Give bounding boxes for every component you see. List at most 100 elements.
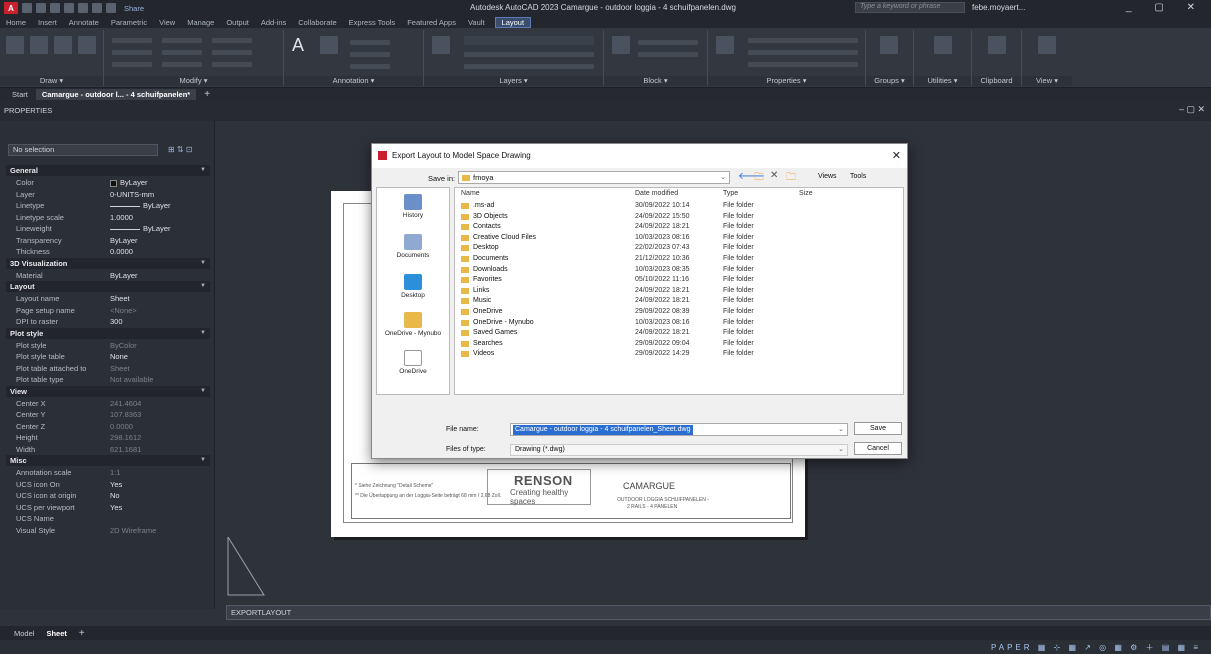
window-controls[interactable]: _ ▢ ✕: [1126, 2, 1205, 13]
trim-icon[interactable]: [212, 38, 252, 43]
chevron-down-icon[interactable]: ⌄: [838, 425, 844, 433]
place-documents[interactable]: Documents: [377, 234, 449, 259]
draw-panel-label[interactable]: Draw ▾: [0, 76, 103, 86]
tools-menu[interactable]: Tools: [850, 173, 866, 180]
layer-dropdown[interactable]: [464, 36, 594, 45]
close-icon[interactable]: ✕: [892, 149, 901, 162]
save-icon[interactable]: [50, 3, 60, 13]
collapse-arrow-icon[interactable]: ▼: [200, 165, 206, 176]
column-name[interactable]: Name: [461, 190, 480, 197]
up-folder-icon[interactable]: 🗀: [754, 170, 764, 187]
place-onedrive[interactable]: OneDrive: [377, 350, 449, 375]
tab-model[interactable]: Model: [14, 629, 34, 638]
file-row[interactable]: Music 24/09/2022 18:21 File folder: [455, 296, 903, 306]
ribbon-tab-layout[interactable]: Layout: [494, 16, 532, 28]
linear-icon[interactable]: [350, 40, 390, 45]
property-value[interactable]: ByColor: [110, 340, 137, 352]
property-row[interactable]: UCS icon at origin No: [8, 490, 208, 502]
new-tab-icon[interactable]: +: [198, 88, 216, 101]
property-row[interactable]: Plot table attached to Sheet: [8, 363, 208, 375]
place-history[interactable]: History: [377, 194, 449, 219]
property-row[interactable]: Annotation scale 1:1: [8, 467, 208, 479]
property-row[interactable]: Linetype ByLayer: [8, 200, 208, 212]
file-row[interactable]: Links 24/09/2022 18:21 File folder: [455, 286, 903, 296]
move-icon[interactable]: [112, 38, 152, 43]
clipboard-panel-label[interactable]: Clipboard: [972, 76, 1021, 86]
section-view[interactable]: View ▼: [6, 385, 210, 397]
modify-panel-label[interactable]: Modify ▾: [104, 76, 283, 86]
save-button[interactable]: Save: [854, 422, 902, 435]
search-input[interactable]: Type a keyword or phrase: [855, 2, 965, 13]
property-value[interactable]: 298.1612: [110, 432, 141, 444]
annotation-panel-label[interactable]: Annotation ▾: [284, 76, 423, 86]
property-row[interactable]: Thickness 0.0000: [8, 246, 208, 258]
property-value[interactable]: <None>: [110, 305, 137, 317]
new-icon[interactable]: [22, 3, 32, 13]
property-row[interactable]: Page setup name <None>: [8, 305, 208, 317]
section-general[interactable]: General ▼: [6, 165, 210, 176]
properties-panel-label[interactable]: Properties ▾: [708, 76, 865, 86]
property-value[interactable]: 241.4604: [110, 398, 141, 410]
property-value[interactable]: Yes: [110, 479, 122, 491]
collapse-arrow-icon[interactable]: ▼: [200, 328, 206, 339]
file-row[interactable]: Creative Cloud Files 10/03/2023 08:16 File…: [455, 233, 903, 243]
property-value[interactable]: 621.1681: [110, 444, 141, 456]
layers-panel-label[interactable]: Layers ▾: [424, 76, 603, 86]
ribbon-tab-annotate[interactable]: Annotate: [67, 18, 101, 27]
file-row[interactable]: Contacts 24/09/2022 18:21 File folder: [455, 222, 903, 232]
property-row[interactable]: UCS Name: [8, 513, 208, 525]
selection-dropdown[interactable]: No selection: [8, 144, 158, 156]
tab-drawing[interactable]: Camargue - outdoor l... - 4 schuifpanele…: [35, 89, 197, 100]
property-value[interactable]: 0.0000: [110, 421, 133, 433]
file-name-value[interactable]: Camargue - outdoor loggia - 4 schuifpane…: [513, 425, 693, 435]
file-row[interactable]: Saved Games 24/09/2022 18:21 File folder: [455, 328, 903, 338]
file-row[interactable]: Searches 29/09/2022 09:04 File folder: [455, 339, 903, 349]
property-row[interactable]: Lineweight ByLayer: [8, 223, 208, 235]
property-value[interactable]: 107.8363: [110, 409, 141, 421]
ribbon-tab-add-ins[interactable]: Add-ins: [259, 18, 288, 27]
section-3d-visualization[interactable]: 3D Visualization ▼: [6, 257, 210, 269]
viewport-controls[interactable]: – ▢ ✕: [1179, 104, 1205, 115]
place-desktop[interactable]: Desktop: [377, 274, 449, 299]
match-properties-icon[interactable]: [716, 36, 734, 54]
arc-icon[interactable]: [78, 36, 96, 54]
ribbon-tab-collaborate[interactable]: Collaborate: [296, 18, 338, 27]
text-icon[interactable]: A: [292, 36, 310, 54]
mirror-icon[interactable]: [162, 50, 202, 55]
ribbon-tab-insert[interactable]: Insert: [36, 18, 59, 27]
column-type[interactable]: Type: [723, 190, 738, 197]
group-icon[interactable]: [880, 36, 898, 54]
paste-icon[interactable]: [988, 36, 1006, 54]
file-row[interactable]: OneDrive - Mynubo 10/03/2023 08:16 File fo…: [455, 318, 903, 328]
property-value[interactable]: 1.0000: [110, 212, 133, 224]
utilities-panel-label[interactable]: Utilities ▾: [914, 76, 971, 86]
copy-icon[interactable]: [112, 50, 152, 55]
line-icon[interactable]: [6, 36, 24, 54]
ribbon-tab-manage[interactable]: Manage: [185, 18, 216, 27]
property-row[interactable]: Material ByLayer: [8, 270, 208, 282]
place-onedrive-mynubo[interactable]: OneDrive - Mynubo: [377, 312, 449, 337]
property-row[interactable]: Plot table type Not available: [8, 374, 208, 386]
property-value[interactable]: ByLayer: [110, 270, 138, 282]
select-objects-icon[interactable]: ⊞ ⇅ ⊡: [168, 145, 193, 154]
property-row[interactable]: Layer 0-UNITS-mm: [8, 189, 208, 201]
property-value[interactable]: 300: [110, 316, 123, 328]
tab-sheet[interactable]: Sheet: [46, 629, 66, 638]
layer-tools[interactable]: [464, 52, 594, 57]
ribbon-tab-featured-apps[interactable]: Featured Apps: [405, 18, 458, 27]
measure-icon[interactable]: [934, 36, 952, 54]
rotate-icon[interactable]: [162, 38, 202, 43]
file-row[interactable]: Downloads 10/03/2023 08:35 File folder: [455, 265, 903, 275]
scale-icon[interactable]: [162, 62, 202, 67]
leader-icon[interactable]: [350, 52, 390, 57]
property-row[interactable]: Center Y 107.8363: [8, 409, 208, 421]
file-row[interactable]: Desktop 22/02/2023 07:43 File folder: [455, 243, 903, 253]
add-layout-icon[interactable]: +: [79, 628, 85, 639]
file-row[interactable]: Videos 29/09/2022 14:29 File folder: [455, 349, 903, 359]
property-row[interactable]: Plot style table None: [8, 351, 208, 363]
collapse-arrow-icon[interactable]: ▼: [200, 455, 206, 466]
property-row[interactable]: Transparency ByLayer: [8, 235, 208, 247]
file-row[interactable]: OneDrive 29/09/2022 08:39 File folder: [455, 307, 903, 317]
stretch-icon[interactable]: [112, 62, 152, 67]
collapse-arrow-icon[interactable]: ▼: [200, 386, 206, 397]
